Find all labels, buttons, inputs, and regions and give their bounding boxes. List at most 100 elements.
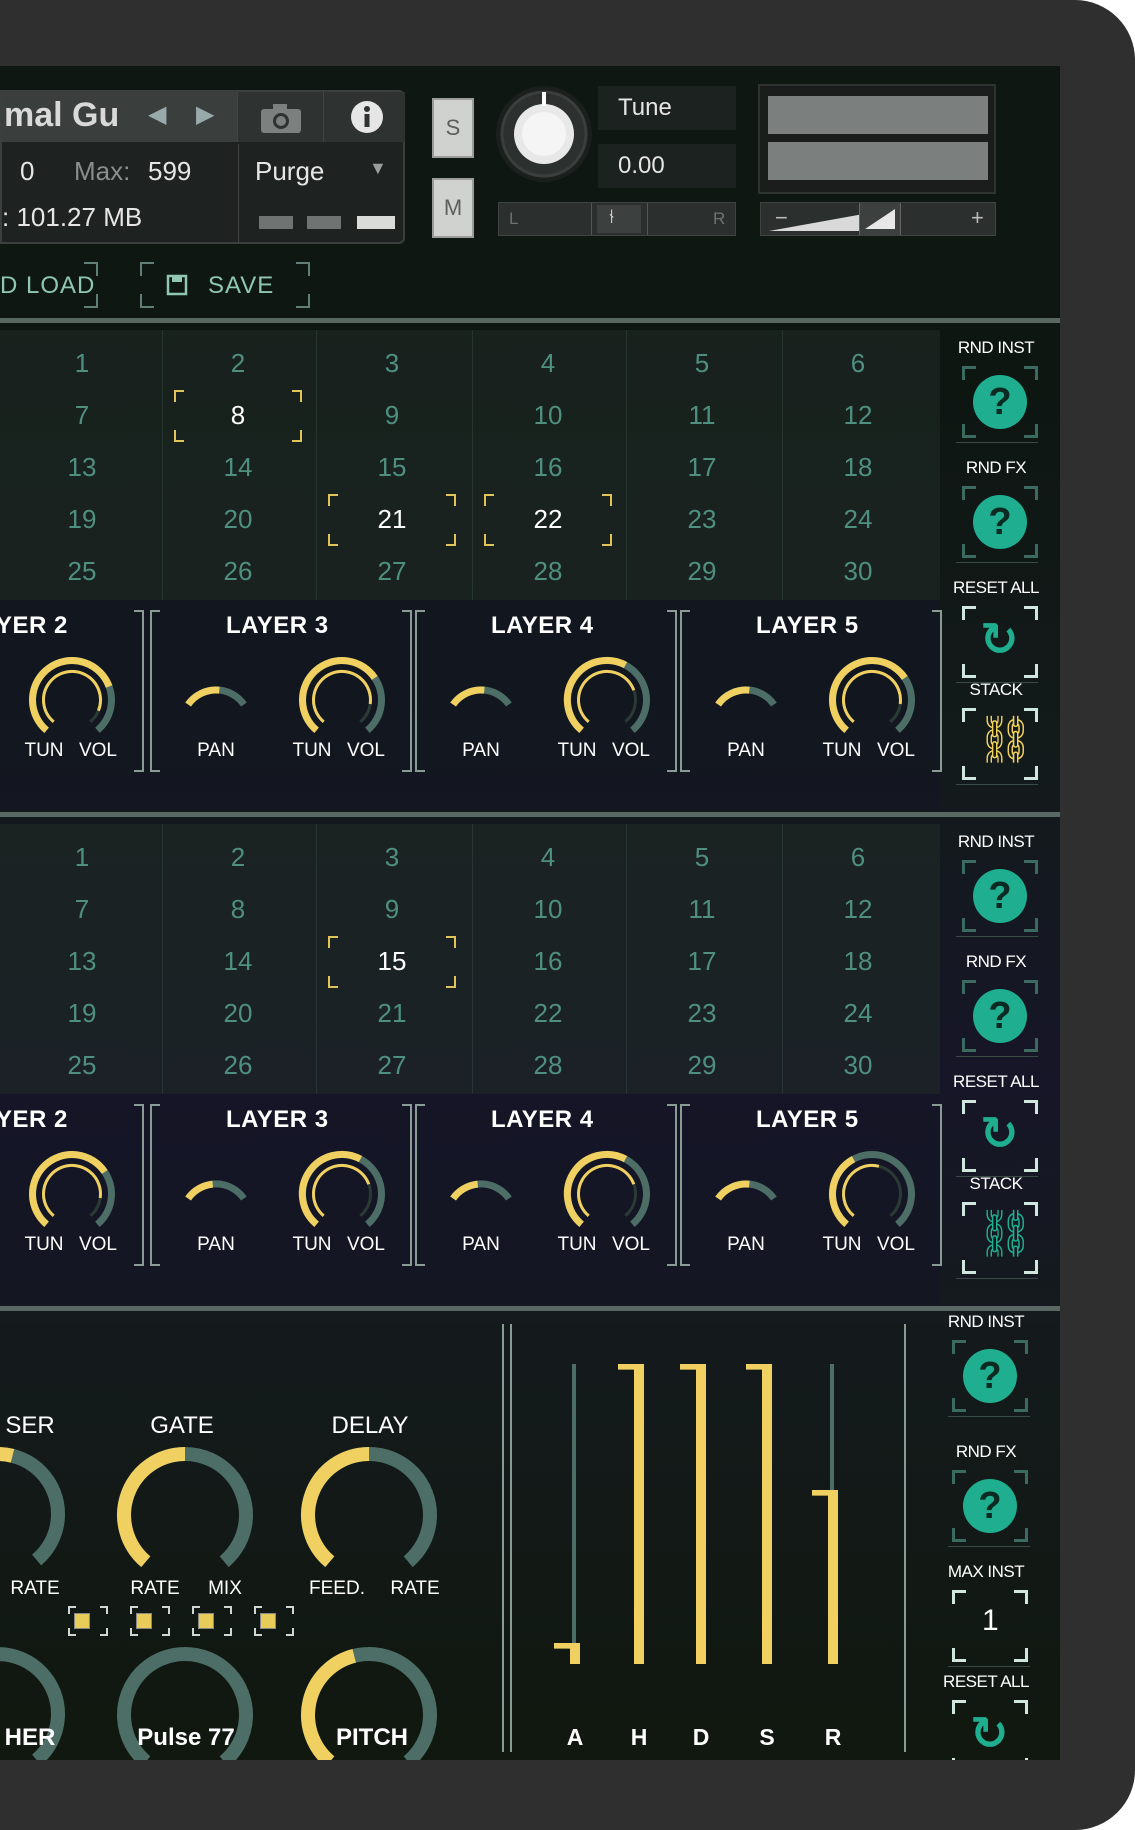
grid-slot-9[interactable]: 9	[362, 400, 422, 431]
grid-slot-3[interactable]: 3	[362, 842, 422, 873]
grid-slot-27[interactable]: 27	[362, 1050, 422, 1081]
grid-slot-23[interactable]: 23	[672, 998, 732, 1029]
grid-slot-15[interactable]: 15	[362, 452, 422, 483]
tune-value-box[interactable]: 0.00	[598, 144, 736, 188]
grid-slot-24[interactable]: 24	[828, 998, 888, 1029]
solo-button[interactable]: S	[432, 98, 474, 158]
volume-slider[interactable]: − +	[760, 202, 996, 236]
grid-slot-28[interactable]: 28	[518, 1050, 578, 1081]
grid-slot-26[interactable]: 26	[208, 1050, 268, 1081]
pan-slider[interactable]: L R ⫮	[498, 202, 736, 236]
grid-slot-16[interactable]: 16	[518, 452, 578, 483]
chevron-down-icon[interactable]: ▼	[369, 158, 387, 179]
grid-slot-7[interactable]: 7	[52, 400, 112, 431]
purge-dropdown[interactable]: Purge	[255, 156, 324, 187]
next-instrument-icon[interactable]: ▶	[196, 100, 214, 129]
grid-slot-19[interactable]: 19	[52, 998, 112, 1029]
grid-slot-29[interactable]: 29	[672, 1050, 732, 1081]
reset-all-button[interactable]: ↻	[962, 1100, 1038, 1172]
grid-slot-27[interactable]: 27	[362, 556, 422, 587]
gate-rate-knob[interactable]	[116, 1446, 254, 1584]
grid-slot-1[interactable]: 1	[52, 348, 112, 379]
grid-slot-21[interactable]: 21	[362, 998, 422, 1029]
layer-4-tun-knob[interactable]	[563, 656, 651, 744]
layer-2-tun-knob[interactable]	[28, 1150, 116, 1238]
layer-3-pan-knob[interactable]	[176, 1174, 256, 1214]
grid-slot-20[interactable]: 20	[208, 998, 268, 1029]
grid-slot-14[interactable]: 14	[208, 452, 268, 483]
pan-handle[interactable]: ⫮	[597, 205, 641, 233]
grid-slot-16[interactable]: 16	[518, 946, 578, 977]
grid-slot-4[interactable]: 4	[518, 348, 578, 379]
tune-knob[interactable]	[494, 84, 594, 184]
grid-slot-25[interactable]: 25	[52, 556, 112, 587]
grid-slot-19[interactable]: 19	[52, 504, 112, 535]
grid-slot-20[interactable]: 20	[208, 504, 268, 535]
save-button[interactable]: SAVE	[140, 262, 310, 308]
load-button[interactable]: D LOAD	[0, 262, 100, 308]
grid-slot-10[interactable]: 10	[518, 400, 578, 431]
layer-3-pan-knob[interactable]	[176, 680, 256, 720]
grid-slot-18[interactable]: 18	[828, 946, 888, 977]
grid-slot-5[interactable]: 5	[672, 348, 732, 379]
max-inst-button[interactable]: 1	[952, 1590, 1028, 1662]
gate-step-toggle[interactable]	[68, 1606, 108, 1636]
grid-slot-30[interactable]: 30	[828, 1050, 888, 1081]
fx-reset-all-button[interactable]: ↻	[952, 1700, 1028, 1760]
layer-5-tun-knob[interactable]	[828, 1150, 916, 1238]
grid-slot-1[interactable]: 1	[52, 842, 112, 873]
grid-slot-17[interactable]: 17	[672, 946, 732, 977]
grid-slot-6[interactable]: 6	[828, 348, 888, 379]
grid-slot-25[interactable]: 25	[52, 1050, 112, 1081]
stack-button[interactable]: ⛓	[962, 1202, 1038, 1274]
grid-slot-13[interactable]: 13	[52, 452, 112, 483]
grid-slot-18[interactable]: 18	[828, 452, 888, 483]
rnd-inst-button[interactable]: ?	[962, 366, 1038, 438]
grid-slot-17[interactable]: 17	[672, 452, 732, 483]
layer-4-tun-knob[interactable]	[563, 1150, 651, 1238]
fx-rnd-inst-button[interactable]: ?	[952, 1340, 1028, 1412]
gate-step-toggle[interactable]	[254, 1606, 294, 1636]
grid-slot-2[interactable]: 2	[208, 842, 268, 873]
grid-slot-12[interactable]: 12	[828, 400, 888, 431]
grid-slot-28[interactable]: 28	[518, 556, 578, 587]
max-voices-value[interactable]: 599	[148, 156, 191, 187]
grid-slot-11[interactable]: 11	[672, 400, 732, 431]
gate-step-toggle[interactable]	[192, 1606, 232, 1636]
grid-slot-30[interactable]: 30	[828, 556, 888, 587]
grid-slot-3[interactable]: 3	[362, 348, 422, 379]
grid-slot-11[interactable]: 11	[672, 894, 732, 925]
mute-button[interactable]: M	[432, 178, 474, 238]
rnd-fx-button[interactable]: ?	[962, 980, 1038, 1052]
stack-button[interactable]: ⛓	[962, 708, 1038, 780]
name-field[interactable]: mal Gu ◀ ▶	[2, 92, 237, 142]
grid-slot-4[interactable]: 4	[518, 842, 578, 873]
grid-slot-5[interactable]: 5	[672, 842, 732, 873]
layer-3-tun-knob[interactable]	[298, 1150, 386, 1238]
grid-slot-9[interactable]: 9	[362, 894, 422, 925]
delay-feed-knob[interactable]	[300, 1446, 438, 1584]
grid-slot-2[interactable]: 2	[208, 348, 268, 379]
reset-all-button[interactable]: ↻	[962, 606, 1038, 678]
grid-slot-12[interactable]: 12	[828, 894, 888, 925]
grid-slot-6[interactable]: 6	[828, 842, 888, 873]
layer-5-tun-knob[interactable]	[828, 656, 916, 744]
layer-3-tun-knob[interactable]	[298, 656, 386, 744]
fx-rnd-fx-button[interactable]: ?	[952, 1470, 1028, 1542]
grid-slot-7[interactable]: 7	[52, 894, 112, 925]
prev-instrument-icon[interactable]: ◀	[148, 100, 166, 129]
layer-4-pan-knob[interactable]	[441, 1174, 521, 1214]
grid-slot-13[interactable]: 13	[52, 946, 112, 977]
grid-slot-23[interactable]: 23	[672, 504, 732, 535]
grid-slot-26[interactable]: 26	[208, 556, 268, 587]
rnd-inst-button[interactable]: ?	[962, 860, 1038, 932]
grid-slot-24[interactable]: 24	[828, 504, 888, 535]
grid-slot-8[interactable]: 8	[208, 894, 268, 925]
grid-slot-14[interactable]: 14	[208, 946, 268, 977]
grid-slot-10[interactable]: 10	[518, 894, 578, 925]
layer-5-pan-knob[interactable]	[706, 1174, 786, 1214]
snapshot-button[interactable]	[237, 92, 323, 142]
layer-2-tun-knob[interactable]	[28, 656, 116, 744]
grid-slot-29[interactable]: 29	[672, 556, 732, 587]
layer-4-pan-knob[interactable]	[441, 680, 521, 720]
